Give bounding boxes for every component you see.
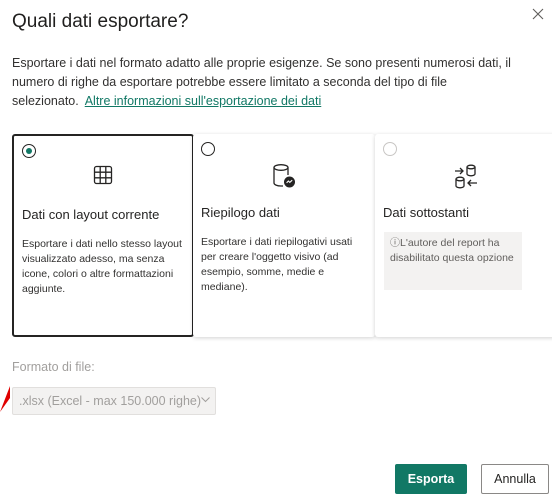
chevron-down-icon <box>201 397 210 403</box>
dialog-description: Esportare i dati nel formato adatto alle… <box>12 54 540 111</box>
option-card-summary-data[interactable]: Riepilogo dati Esportare i dati riepilog… <box>193 134 375 337</box>
file-format-value: .xlsx (Excel - max 150.000 righe) <box>19 394 202 408</box>
radio-current-layout[interactable] <box>22 144 36 158</box>
data-exchange-icon <box>455 164 477 189</box>
option-title: Dati sottostanti <box>383 205 469 220</box>
database-summary-icon <box>273 164 295 188</box>
option-title: Riepilogo dati <box>201 205 280 220</box>
file-format-label: Formato di file: <box>12 360 95 374</box>
info-icon: ⓘ <box>390 238 400 249</box>
option-description: Esportare i dati riepilogativi usati per… <box>201 236 353 293</box>
option-card-current-layout[interactable]: Dati con layout corrente Esportare i dat… <box>12 134 194 337</box>
cancel-button[interactable]: Annulla <box>481 464 549 494</box>
annotation-arrow-icon <box>0 386 10 412</box>
learn-more-link[interactable]: Altre informazioni sull'esportazione dei… <box>85 94 322 108</box>
disabled-notice: ⓘL'autore del report ha disabilitato que… <box>384 232 522 290</box>
dialog-title: Quali dati esportare? <box>12 11 189 32</box>
option-card-underlying-data: Dati sottostanti ⓘL'autore del report ha… <box>375 134 552 337</box>
close-icon[interactable] <box>530 6 546 22</box>
option-description: Esportare i dati nello stesso layout vis… <box>22 238 182 295</box>
option-title: Dati con layout corrente <box>22 207 160 222</box>
table-icon <box>93 165 113 185</box>
disabled-notice-text: L'autore del report ha disabilitato ques… <box>390 237 514 264</box>
radio-summary-data[interactable] <box>201 142 215 156</box>
file-format-dropdown[interactable]: .xlsx (Excel - max 150.000 righe) <box>12 387 216 415</box>
export-button[interactable]: Esporta <box>395 464 467 494</box>
radio-underlying-data <box>383 142 397 156</box>
